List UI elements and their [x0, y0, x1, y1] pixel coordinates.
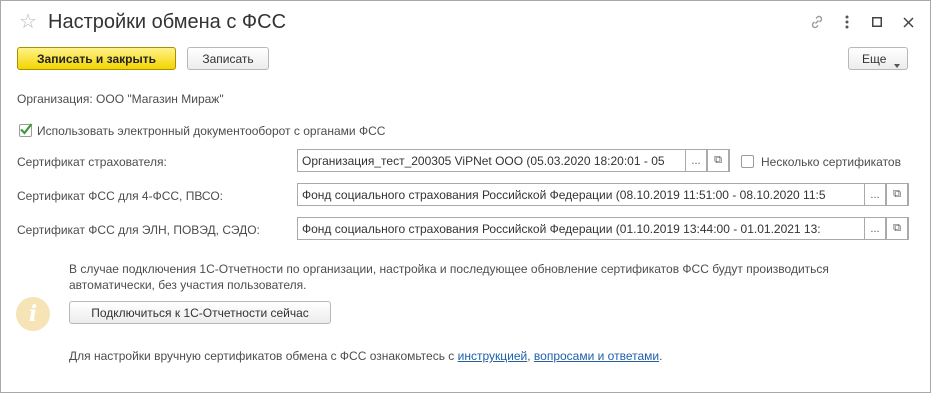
fss-cert-4fss-label: Сертификат ФСС для 4-ФСС, ПВСО:	[17, 189, 223, 203]
more-button-label: Еще	[862, 51, 887, 66]
multiple-certs-checkbox[interactable]	[741, 155, 754, 168]
window-title: Настройки обмена с ФСС	[48, 11, 287, 33]
fss-cert-4fss-choose-button[interactable]: ...	[864, 184, 886, 205]
insurer-cert-value: Организация_тест_200305 ViPNet ООО (05.0…	[302, 154, 665, 168]
fss-cert-eln-label: Сертификат ФСС для ЭЛН, ПОВЭД, СЭДО:	[17, 223, 260, 237]
fss-cert-eln-choose-button[interactable]: ...	[864, 218, 886, 239]
star-icon[interactable]: ☆	[19, 11, 37, 33]
footer-intro: Для настройки вручную сертификатов обмен…	[69, 349, 455, 363]
fss-cert-eln-value: Фонд социального страхования Российской …	[302, 222, 821, 236]
insurer-cert-label: Сертификат страхователя:	[17, 155, 167, 169]
checkmark-icon	[20, 123, 33, 135]
faq-link[interactable]: вопросами и ответами	[534, 349, 659, 363]
close-icon[interactable]	[897, 11, 919, 33]
fss-cert-4fss-value: Фонд социального страхования Российской …	[302, 188, 826, 202]
save-button[interactable]: Записать	[187, 47, 269, 70]
use-edo-checkbox[interactable]	[19, 123, 33, 137]
info-text-line2: автоматически, без участия пользователя.	[69, 278, 307, 292]
chevron-down-icon	[894, 57, 900, 71]
organization-label: Организация: ООО "Магазин Мираж"	[17, 92, 224, 106]
use-edo-label: Использовать электронный документооборот…	[37, 124, 386, 138]
instruction-link[interactable]: инструкцией	[458, 349, 528, 363]
footer-separator: ,	[527, 349, 531, 363]
maximize-icon[interactable]	[866, 11, 888, 33]
fss-cert-eln-open-icon[interactable]: ⧉	[886, 218, 908, 239]
fss-cert-4fss-field[interactable]: Фонд социального страхования Российской …	[297, 183, 909, 206]
more-button[interactable]: Еще	[848, 47, 908, 70]
more-vertical-icon[interactable]	[836, 11, 858, 33]
insurer-cert-field[interactable]: Организация_тест_200305 ViPNet ООО (05.0…	[297, 149, 730, 172]
insurer-cert-choose-button[interactable]: ...	[685, 150, 707, 171]
info-text-line1: В случае подключения 1С-Отчетности по ор…	[69, 262, 829, 276]
settings-window: ☆ Настройки обмена с ФСС Записать и закр…	[0, 0, 931, 393]
footer-end: .	[659, 349, 663, 363]
link-icon[interactable]	[806, 11, 828, 33]
multiple-certs-label: Несколько сертификатов	[761, 155, 901, 169]
footer-text: Для настройки вручную сертификатов обмен…	[69, 349, 662, 363]
fss-cert-4fss-open-icon[interactable]: ⧉	[886, 184, 908, 205]
insurer-cert-open-icon[interactable]: ⧉	[707, 150, 729, 171]
connect-1c-reporting-button[interactable]: Подключиться к 1С-Отчетности сейчас	[69, 301, 331, 324]
info-icon: i	[16, 297, 50, 331]
fss-cert-eln-field[interactable]: Фонд социального страхования Российской …	[297, 217, 909, 240]
save-and-close-button[interactable]: Записать и закрыть	[17, 47, 176, 70]
